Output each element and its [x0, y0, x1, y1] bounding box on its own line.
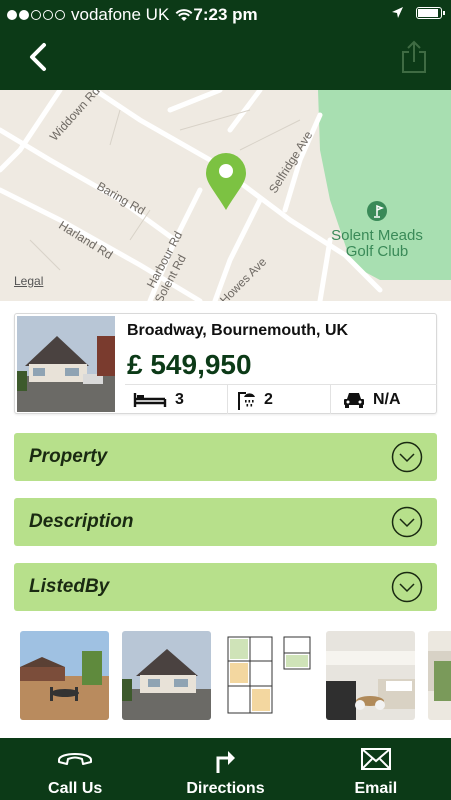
legal-link[interactable]: Legal	[14, 274, 43, 288]
status-time: 7:23 pm	[193, 5, 258, 24]
envelope-icon	[360, 748, 391, 770]
property-section-toggle[interactable]: Property	[14, 433, 437, 481]
bottom-action-bar: Call Us Directions Email	[0, 738, 451, 800]
gallery-photo-front[interactable]	[122, 631, 211, 720]
battery-icon	[416, 6, 445, 19]
share-button[interactable]	[399, 40, 429, 74]
map-pin-icon	[206, 153, 246, 210]
bathrooms-stat: 2	[228, 385, 331, 414]
photo-gallery[interactable]	[20, 631, 451, 721]
property-summary-card: Broadway, Bournemouth, UK £ 549,950 3 2	[14, 313, 437, 414]
map-view[interactable]: Widdown Rd Baring Rd Harland Rd Harbour …	[0, 90, 451, 301]
chevron-down-icon	[391, 506, 423, 538]
back-button[interactable]	[24, 40, 58, 74]
email-label: Email	[354, 780, 398, 797]
directions-label: Directions	[186, 780, 265, 797]
status-bar: vodafone UK 7:23 pm	[0, 0, 451, 30]
property-stats: 3 2 N/A	[125, 384, 437, 414]
property-photo[interactable]	[17, 316, 115, 412]
phone-icon	[58, 753, 93, 765]
bedrooms-stat: 3	[125, 385, 228, 414]
property-price: £ 549,950	[127, 349, 252, 380]
poi-label: Solent Meads	[331, 227, 423, 244]
property-address: Broadway, Bournemouth, UK	[127, 322, 349, 339]
bedrooms-count: 3	[175, 390, 184, 408]
section-title: Property	[29, 446, 108, 467]
chevron-down-icon	[391, 441, 423, 473]
description-section-toggle[interactable]: Description	[14, 498, 437, 546]
bathrooms-count: 2	[264, 390, 273, 408]
call-us-label: Call Us	[48, 780, 103, 797]
gallery-photo-kitchen[interactable]	[326, 631, 415, 720]
chevron-down-icon	[391, 571, 423, 603]
turn-right-arrow-icon	[216, 751, 236, 773]
car-icon	[344, 392, 364, 408]
call-us-button[interactable]: Call Us	[0, 738, 150, 800]
listedby-section-toggle[interactable]: ListedBy	[14, 563, 437, 611]
location-arrow-icon	[392, 7, 403, 18]
gallery-photo-patio[interactable]	[20, 631, 109, 720]
directions-button[interactable]: Directions	[150, 738, 300, 800]
shower-icon	[238, 391, 255, 410]
parking-stat: N/A	[331, 385, 437, 414]
poi-label: Golf Club	[345, 243, 409, 260]
parking-value: N/A	[373, 390, 401, 408]
section-title: ListedBy	[29, 576, 110, 597]
section-title: Description	[29, 511, 134, 532]
bed-icon	[133, 392, 167, 407]
email-button[interactable]: Email	[301, 738, 451, 800]
app-header: vodafone UK 7:23 pm	[0, 0, 451, 90]
gallery-photo-interior[interactable]	[428, 631, 451, 720]
gallery-floorplan[interactable]	[224, 631, 313, 720]
